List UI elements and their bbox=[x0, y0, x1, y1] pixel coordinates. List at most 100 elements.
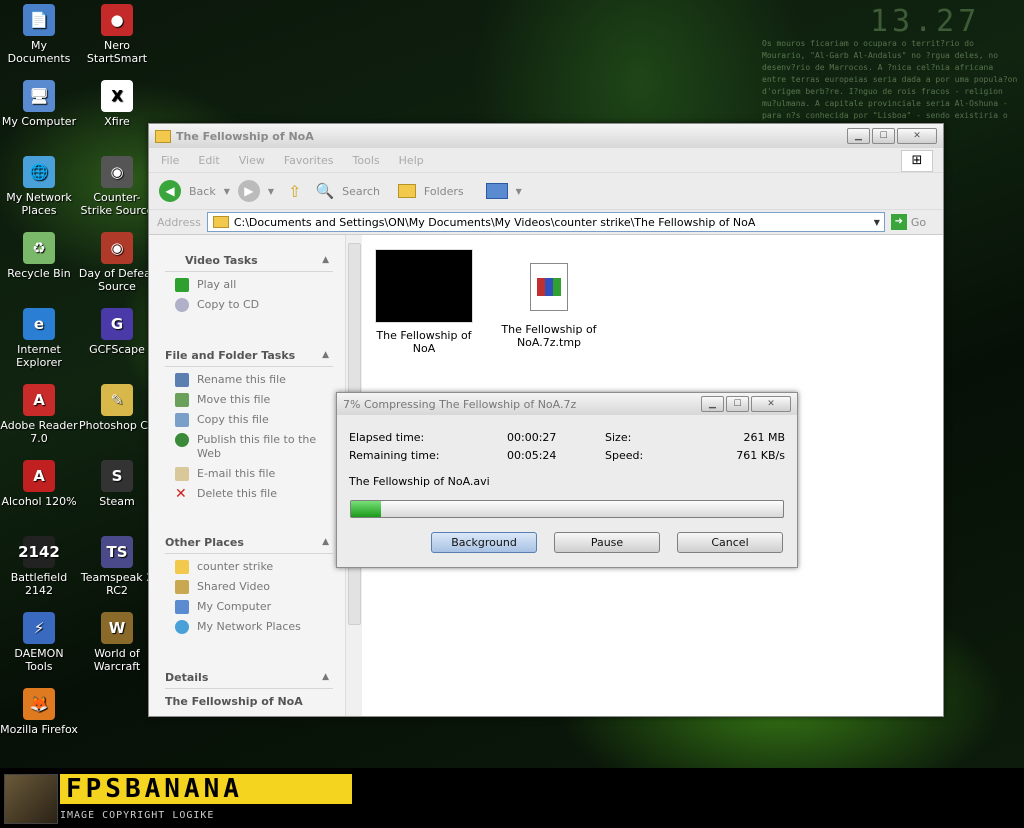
place-my-network[interactable]: My Network Places bbox=[175, 620, 333, 634]
globe-icon bbox=[175, 433, 189, 447]
back-arrow-icon[interactable]: ◀ bbox=[159, 180, 181, 202]
task-email[interactable]: E-mail this file bbox=[175, 467, 333, 481]
desktop-icon-daemon-tools[interactable]: ⚡ DAEMON Tools bbox=[0, 612, 78, 673]
wallpaper-clock-text: 13.27 bbox=[870, 4, 981, 39]
address-dropdown-icon[interactable]: ▼ bbox=[870, 218, 884, 227]
video-tasks-header[interactable]: Video Tasks ▲ bbox=[165, 249, 333, 272]
folders-icon[interactable] bbox=[397, 184, 416, 198]
file-name: The Fellowship of NoA.7z.tmp bbox=[501, 323, 597, 349]
close-button[interactable]: ✕ bbox=[897, 128, 937, 144]
task-play-all[interactable]: Play all bbox=[175, 278, 333, 292]
task-delete[interactable]: ✕ Delete this file bbox=[175, 487, 333, 501]
task-copy-to-cd[interactable]: Copy to CD bbox=[175, 298, 333, 312]
desktop-icon-label: My Network Places bbox=[6, 191, 72, 217]
task-publish[interactable]: Publish this file to the Web bbox=[175, 433, 333, 461]
file-item-video[interactable]: The Fellowship of NoA bbox=[365, 249, 483, 355]
rename-icon bbox=[175, 373, 189, 387]
place-shared-video[interactable]: Shared Video bbox=[175, 580, 333, 594]
task-rename[interactable]: Rename this file bbox=[175, 373, 333, 387]
desktop-icon-my-computer[interactable]: 🖥 My Computer bbox=[0, 80, 78, 128]
explorer-titlebar[interactable]: The Fellowship of NoA ▁ ☐ ✕ bbox=[149, 124, 943, 148]
desktop-icon-mozilla-firefox[interactable]: 🦊 Mozilla Firefox bbox=[0, 688, 78, 736]
views-dropdown-icon[interactable]: ▼ bbox=[516, 187, 522, 196]
task-label: Rename this file bbox=[197, 373, 286, 386]
desktop-icon-label: Photoshop CS bbox=[79, 419, 155, 432]
menu-edit[interactable]: Edit bbox=[198, 154, 219, 167]
views-icon[interactable] bbox=[485, 183, 508, 199]
details-name: The Fellowship of NoA bbox=[165, 695, 303, 708]
task-move[interactable]: Move this file bbox=[175, 393, 333, 407]
minimize-button[interactable]: ▁ bbox=[847, 128, 870, 144]
desktop-icon-gcfscape[interactable]: G GCFScape bbox=[78, 308, 156, 356]
size-value: 261 MB bbox=[743, 431, 785, 444]
desktop-icon-counter-strike-source[interactable]: ◉ Counter-Strike Source bbox=[78, 156, 156, 217]
folder-icon bbox=[155, 129, 171, 143]
dialog-maximize-button[interactable]: ☐ bbox=[726, 396, 749, 412]
desktop-icon-nero-startsmart[interactable]: ● Nero StartSmart bbox=[78, 4, 156, 65]
back-button[interactable]: Back bbox=[189, 185, 216, 198]
desktop-icon-adobe-reader-7-0[interactable]: A Adobe Reader 7.0 bbox=[0, 384, 78, 445]
desktop-icon-label: GCFScape bbox=[89, 343, 145, 356]
desktop-icon-recycle-bin[interactable]: ♻ Recycle Bin bbox=[0, 232, 78, 280]
compression-dialog: 7% Compressing The Fellowship of NoA.7z … bbox=[336, 392, 798, 568]
folder-icon bbox=[175, 560, 189, 574]
other-places-header[interactable]: Other Places ▲ bbox=[165, 531, 333, 554]
menu-file[interactable]: File bbox=[161, 154, 179, 167]
details-header[interactable]: Details ▲ bbox=[165, 666, 333, 689]
desktop-icon-day-of-defeat-source[interactable]: ◉ Day of Defeat Source bbox=[78, 232, 156, 293]
app-icon: ⚡ bbox=[23, 612, 55, 644]
desktop-icon-alcohol-120[interactable]: A Alcohol 120% bbox=[0, 460, 78, 508]
folders-button[interactable]: Folders bbox=[424, 185, 464, 198]
desktop-icon-my-network-places[interactable]: 🌐 My Network Places bbox=[0, 156, 78, 217]
desktop-icon-photoshop-cs[interactable]: ✎ Photoshop CS bbox=[78, 384, 156, 432]
task-label: Move this file bbox=[197, 393, 271, 406]
cancel-button[interactable]: Cancel bbox=[677, 532, 783, 553]
collapse-icon[interactable]: ▲ bbox=[322, 255, 329, 265]
desktop-icon-teamspeak-2-rc2[interactable]: TS Teamspeak 2 RC2 bbox=[78, 536, 156, 597]
desktop-icon-my-documents[interactable]: 📄 My Documents bbox=[0, 4, 78, 65]
go-button[interactable]: ➜ Go bbox=[890, 214, 926, 230]
desktop-icon-label: My Computer bbox=[1, 115, 77, 128]
desktop-icon-world-of-warcraft[interactable]: W World of Warcraft bbox=[78, 612, 156, 673]
file-item-tmp[interactable]: The Fellowship of NoA.7z.tmp bbox=[499, 263, 599, 349]
desktop-icon-internet-explorer[interactable]: e Internet Explorer bbox=[0, 308, 78, 369]
forward-dropdown-icon[interactable]: ▼ bbox=[268, 187, 274, 196]
back-dropdown-icon[interactable]: ▼ bbox=[224, 187, 230, 196]
up-folder-icon[interactable]: ⇧ bbox=[288, 182, 301, 201]
dialog-close-button[interactable]: ✕ bbox=[751, 396, 791, 412]
address-input[interactable]: C:\Documents and Settings\ON\My Document… bbox=[206, 212, 885, 232]
place-my-computer[interactable]: My Computer bbox=[175, 600, 333, 614]
task-label: Play all bbox=[197, 278, 237, 291]
search-icon[interactable]: 🔍 bbox=[315, 182, 334, 200]
file-tasks-title: File and Folder Tasks bbox=[165, 348, 296, 362]
desktop-icon-battlefield-2142[interactable]: 2142 Battlefield 2142 bbox=[0, 536, 78, 597]
file-tasks-header[interactable]: File and Folder Tasks ▲ bbox=[165, 344, 333, 367]
other-places-section: Other Places ▲ counter strike Shared Vid… bbox=[165, 531, 333, 634]
task-copy[interactable]: Copy this file bbox=[175, 413, 333, 427]
menu-favorites[interactable]: Favorites bbox=[284, 154, 334, 167]
app-icon: e bbox=[23, 308, 55, 340]
menu-view[interactable]: View bbox=[239, 154, 265, 167]
collapse-icon[interactable]: ▲ bbox=[322, 350, 329, 360]
menu-help[interactable]: Help bbox=[399, 154, 424, 167]
network-icon bbox=[175, 620, 189, 634]
desktop-icon-xfire[interactable]: X Xfire bbox=[78, 80, 156, 128]
dialog-titlebar[interactable]: 7% Compressing The Fellowship of NoA.7z … bbox=[337, 393, 797, 415]
desktop-icon-steam[interactable]: S Steam bbox=[78, 460, 156, 508]
app-icon: ● bbox=[101, 4, 133, 36]
menu-bar: File Edit View Favorites Tools Help bbox=[149, 148, 943, 172]
place-counter-strike[interactable]: counter strike bbox=[175, 560, 333, 574]
menu-tools[interactable]: Tools bbox=[353, 154, 380, 167]
collapse-icon[interactable]: ▲ bbox=[322, 537, 329, 547]
pause-button[interactable]: Pause bbox=[554, 532, 660, 553]
search-button[interactable]: Search bbox=[342, 185, 380, 198]
shared-folder-icon bbox=[175, 580, 189, 594]
maximize-button[interactable]: ☐ bbox=[872, 128, 895, 144]
desktop-icon-label: Battlefield 2142 bbox=[10, 571, 68, 597]
dialog-minimize-button[interactable]: ▁ bbox=[701, 396, 724, 412]
elapsed-label: Elapsed time: bbox=[349, 431, 425, 444]
collapse-icon[interactable]: ▲ bbox=[322, 672, 329, 682]
background-button[interactable]: Background bbox=[431, 532, 537, 553]
desktop-icon-label: Xfire bbox=[104, 115, 130, 128]
forward-arrow-icon[interactable]: ▶ bbox=[237, 180, 260, 202]
